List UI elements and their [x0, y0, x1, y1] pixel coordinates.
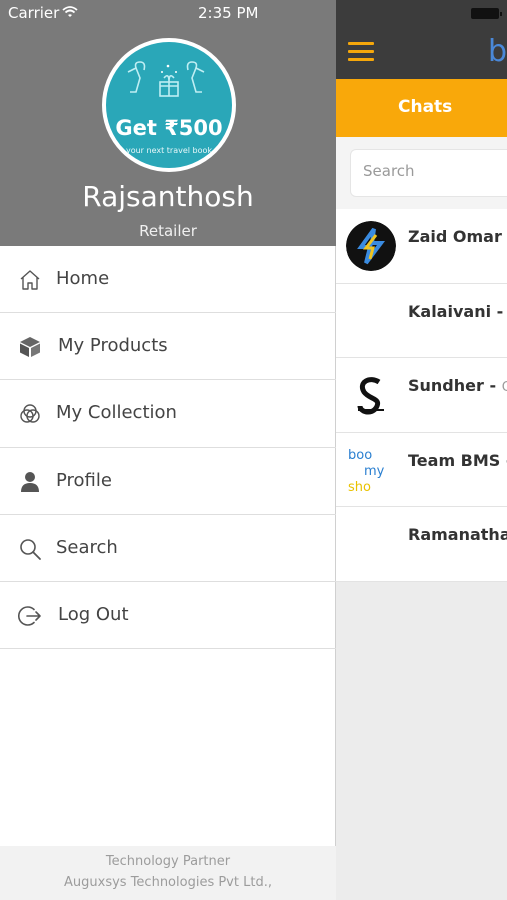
- menu-item-log-out[interactable]: Log Out: [0, 582, 336, 650]
- menu-item-my-products[interactable]: My Products: [0, 313, 336, 381]
- chat-row[interactable]: Zaid Omar -: [336, 209, 507, 284]
- chat-avatar: [346, 370, 396, 420]
- carrier-label: Carrier: [8, 4, 60, 22]
- bolt-logo-icon: [346, 221, 396, 271]
- chat-name: Kalaivani - O: [408, 301, 504, 321]
- app-status-bar: [336, 0, 507, 26]
- logout-icon: [18, 606, 41, 626]
- app-tab-bar: Chats: [336, 79, 507, 137]
- svg-text:sho: sho: [348, 480, 371, 495]
- tab-chats[interactable]: Chats: [398, 97, 452, 117]
- svg-text:my: my: [364, 464, 385, 479]
- menu-item-label: Search: [56, 536, 118, 558]
- chat-row[interactable]: boo my sho Team BMS -: [336, 433, 507, 507]
- chat-avatar: [346, 221, 396, 271]
- chat-name: Ramanathar: [408, 525, 507, 544]
- chat-avatar-placeholder: [346, 296, 396, 346]
- user-role: Retailer: [139, 222, 197, 240]
- battery-icon: [471, 8, 502, 19]
- chat-name: Sundher - Ot: [408, 376, 507, 395]
- menu-item-my-collection[interactable]: My Collection: [0, 380, 336, 448]
- chat-avatar: boo my sho: [346, 444, 396, 495]
- chat-row[interactable]: Ramanathar: [336, 507, 507, 582]
- svg-text:boo: boo: [348, 448, 372, 463]
- search-icon: [20, 538, 41, 560]
- menu-item-profile[interactable]: Profile: [0, 448, 336, 515]
- chat-avatar-placeholder: [346, 519, 396, 569]
- home-icon: [20, 270, 40, 290]
- chat-search-input[interactable]: Search: [350, 149, 507, 197]
- footer-partner-label: Technology Partner: [105, 854, 231, 869]
- chat-search-container: Search: [336, 137, 507, 209]
- promo-subline: your next travel book: [125, 146, 213, 155]
- clock-label: 2:35 PM: [198, 4, 259, 22]
- drawer-menu: Home My Products My Collection Profile S…: [0, 246, 336, 650]
- wifi-icon: [62, 6, 78, 17]
- menu-item-search[interactable]: Search: [0, 515, 336, 582]
- chat-row[interactable]: Kalaivani - O: [336, 284, 507, 358]
- hamburger-menu-icon[interactable]: [348, 42, 374, 62]
- status-bar: Carrier 2:35 PM: [0, 0, 336, 26]
- menu-item-home[interactable]: Home: [0, 246, 336, 314]
- promo-headline: Get ₹500: [115, 116, 223, 140]
- app-brand-logo: b: [488, 34, 507, 69]
- menu-item-label: Profile: [56, 469, 112, 491]
- promo-illustration-icon: [127, 61, 205, 97]
- collection-icon: [20, 404, 40, 424]
- box-icon: [20, 337, 40, 358]
- menu-item-label: My Products: [58, 335, 168, 357]
- menu-item-label: My Collection: [56, 402, 177, 424]
- profile-header: Get ₹500 your next travel book Rajsantho…: [0, 26, 336, 246]
- chat-name: Zaid Omar -: [408, 227, 507, 246]
- chat-row[interactable]: Sundher - Ot: [336, 358, 507, 433]
- side-drawer: Carrier 2:35 PM Get ₹500 your next trave…: [0, 0, 336, 900]
- bookmyshow-logo-icon: boo my sho: [346, 444, 396, 495]
- menu-item-label: Home: [56, 268, 110, 289]
- chat-list: Zaid Omar - Kalaivani - O Sundher - Ot b…: [336, 209, 507, 582]
- promo-badge[interactable]: Get ₹500 your next travel book: [102, 38, 236, 172]
- chat-name: Team BMS -: [408, 450, 507, 470]
- person-icon: [21, 471, 39, 492]
- user-name: Rajsanthosh: [82, 180, 254, 213]
- gothic-s-logo-icon: [346, 370, 396, 420]
- app-nav-bar: b: [336, 26, 507, 79]
- menu-item-label: Log Out: [58, 603, 129, 625]
- drawer-footer: Technology Partner Auguxsys Technologies…: [0, 846, 336, 900]
- footer-company-name: Auguxsys Technologies Pvt Ltd.,: [64, 875, 272, 890]
